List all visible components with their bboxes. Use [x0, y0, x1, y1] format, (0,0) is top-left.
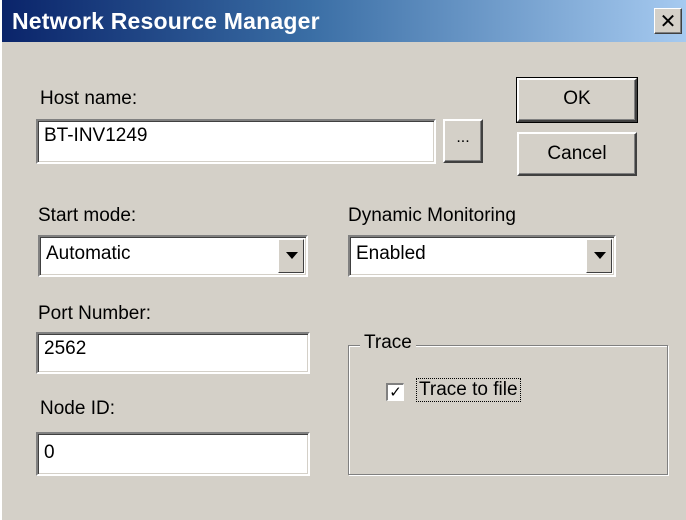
dynamic-monitoring-select[interactable]: Enabled [348, 235, 616, 277]
port-number-label: Port Number: [38, 303, 151, 324]
cancel-button-label: Cancel [547, 143, 607, 164]
host-name-label: Host name: [40, 88, 138, 109]
network-resource-manager-dialog: Network Resource Manager ✕ Host name: BT… [0, 0, 686, 520]
host-name-value: BT-INV1249 [44, 125, 148, 146]
browse-host-button[interactable]: ... [443, 119, 483, 163]
host-name-input[interactable]: BT-INV1249 [36, 119, 436, 164]
window-title: Network Resource Manager [12, 8, 320, 34]
close-icon: ✕ [659, 9, 677, 33]
trace-to-file-checkbox[interactable]: ✓ [386, 383, 404, 401]
port-number-input[interactable]: 2562 [36, 332, 310, 374]
ok-button[interactable]: OK [516, 77, 638, 123]
cancel-button[interactable]: Cancel [517, 132, 637, 176]
browse-icon: ... [456, 129, 470, 146]
dynamic-monitoring-label: Dynamic Monitoring [348, 205, 516, 226]
node-id-label: Node ID: [40, 398, 115, 419]
ok-button-label: OK [563, 88, 591, 109]
start-mode-select[interactable]: Automatic [38, 235, 308, 277]
title-bar[interactable]: Network Resource Manager ✕ [2, 0, 686, 42]
close-button[interactable]: ✕ [654, 8, 682, 34]
trace-to-file-label[interactable]: Trace to file [416, 378, 521, 402]
checkmark-icon: ✓ [389, 383, 402, 401]
start-mode-value: Automatic [46, 243, 131, 264]
chevron-down-icon[interactable] [586, 239, 612, 273]
chevron-down-icon[interactable] [278, 239, 304, 273]
node-id-value: 0 [44, 442, 55, 463]
trace-group-title: Trace [360, 332, 416, 354]
trace-groupbox [348, 345, 668, 475]
port-number-value: 2562 [44, 338, 87, 359]
start-mode-label: Start mode: [38, 205, 137, 226]
node-id-input[interactable]: 0 [36, 432, 310, 476]
dynamic-monitoring-value: Enabled [356, 243, 426, 264]
